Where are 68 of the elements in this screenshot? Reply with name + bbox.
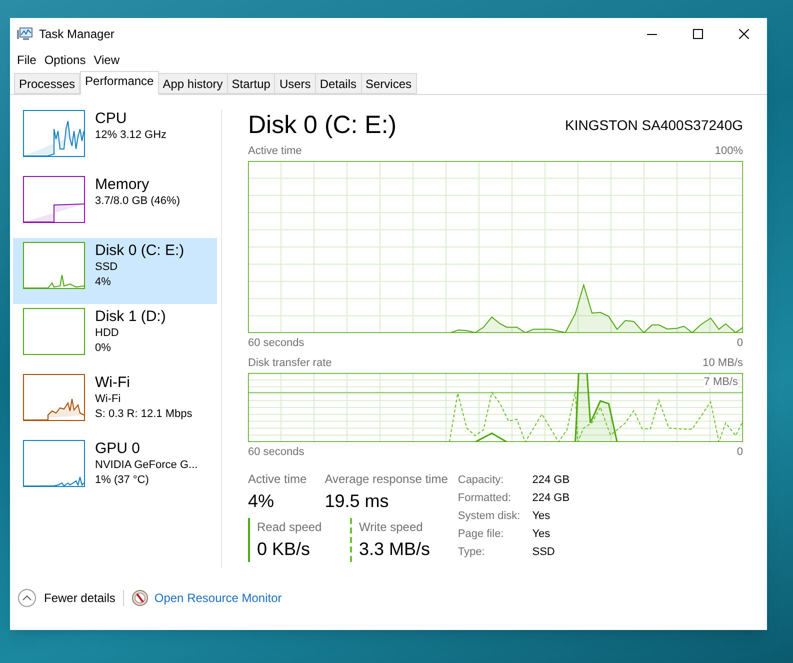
device-detail: 3.7/8.0 GB (46%)	[95, 194, 180, 209]
window-title: Task Manager	[39, 26, 114, 43]
time-span-label: 60 seconds	[248, 444, 304, 460]
device-name: Disk 0 (C: E:)	[95, 242, 184, 260]
menu-item[interactable]: View	[90, 51, 122, 69]
sidebar-item[interactable]: CPU 12% 3.12 GHz	[13, 106, 217, 172]
open-resource-monitor-link[interactable]: Open Resource Monitor	[154, 589, 282, 607]
tab[interactable]: Details	[314, 73, 362, 94]
device-name: Wi-Fi	[95, 374, 131, 392]
device-detail: Wi-Fi	[95, 392, 122, 407]
property-value: SSD	[532, 545, 556, 560]
speed-label: Write speed	[359, 519, 424, 536]
sidebar-item[interactable]: Disk 0 (C: E:) SSD 4%	[13, 238, 217, 304]
device-detail: 4%	[95, 275, 112, 290]
device-detail: 12% 3.12 GHz	[95, 128, 167, 143]
chevron-up-icon	[18, 589, 36, 607]
device-detail: SSD	[95, 260, 119, 275]
chart-label: Disk transfer rate	[248, 356, 332, 371]
stat-label: Average response time	[324, 471, 448, 488]
tab[interactable]: Startup	[226, 73, 276, 94]
property-label: Capacity:	[458, 473, 505, 488]
chart-max-label: 100%	[714, 144, 743, 159]
speed-label: Read speed	[257, 519, 323, 536]
sidebar-item[interactable]: GPU 0 NVIDIA GeForce G... 1% (37 °C)	[13, 436, 217, 502]
tab[interactable]: Performance	[80, 71, 159, 95]
device-detail: HDD	[95, 326, 120, 341]
chart-max-label: 10 MB/s	[702, 356, 743, 371]
device-detail: NVIDIA GeForce G...	[95, 458, 198, 473]
device-detail: S: 0.3 R: 12.1 Mbps	[95, 407, 192, 422]
device-name: Memory	[95, 176, 150, 194]
time-span-label: 60 seconds	[248, 336, 304, 350]
property-value: Yes	[532, 509, 552, 524]
menu-item[interactable]: File	[14, 51, 40, 69]
fewer-details-button[interactable]: Fewer details	[18, 589, 116, 607]
tab[interactable]: Users	[274, 73, 316, 94]
device-name: CPU	[95, 110, 128, 128]
stat-value: 19.5 ms	[324, 490, 390, 513]
stat-label: Active time	[248, 471, 307, 488]
stat-value: 4%	[248, 490, 276, 513]
time-end-label: 0	[736, 336, 743, 350]
menu-item[interactable]: Options	[41, 51, 89, 69]
property-value: Yes	[532, 527, 552, 542]
maximize-icon	[693, 29, 703, 39]
property-label: Formatted:	[458, 491, 512, 506]
disk-title: Disk 0 (C: E:)	[248, 110, 397, 140]
property-value: 224 GB	[532, 491, 570, 506]
property-value: 224 GB	[532, 473, 570, 488]
property-label: System disk:	[458, 509, 520, 524]
device-name: GPU 0	[95, 440, 142, 458]
device-name: Disk 1 (D:)	[95, 308, 166, 326]
speed-value: 3.3 MB/s	[359, 538, 430, 561]
disk-model: KINGSTON SA400S37240G	[565, 116, 743, 135]
property-label: Page file:	[458, 527, 505, 542]
monitor-icon	[17, 27, 33, 41]
sidebar-item[interactable]: Memory 3.7/8.0 GB (46%)	[13, 172, 217, 238]
tab[interactable]: Processes	[14, 73, 80, 94]
tab[interactable]: App history	[158, 73, 228, 94]
time-end-label: 0	[736, 444, 743, 460]
chart-label: Active time	[248, 144, 302, 159]
resource-monitor-icon	[132, 590, 148, 606]
close-icon	[739, 29, 749, 39]
sidebar-item[interactable]: Wi-Fi Wi-Fi S: 0.3 R: 12.1 Mbps	[13, 370, 217, 436]
property-label: Type:	[458, 545, 486, 560]
device-detail: 0%	[95, 341, 112, 356]
tab[interactable]: Services	[360, 73, 417, 94]
sidebar-item[interactable]: Disk 1 (D:) HDD 0%	[13, 304, 217, 370]
speed-value: 0 KB/s	[257, 538, 312, 561]
device-detail: 1% (37 °C)	[95, 473, 150, 488]
